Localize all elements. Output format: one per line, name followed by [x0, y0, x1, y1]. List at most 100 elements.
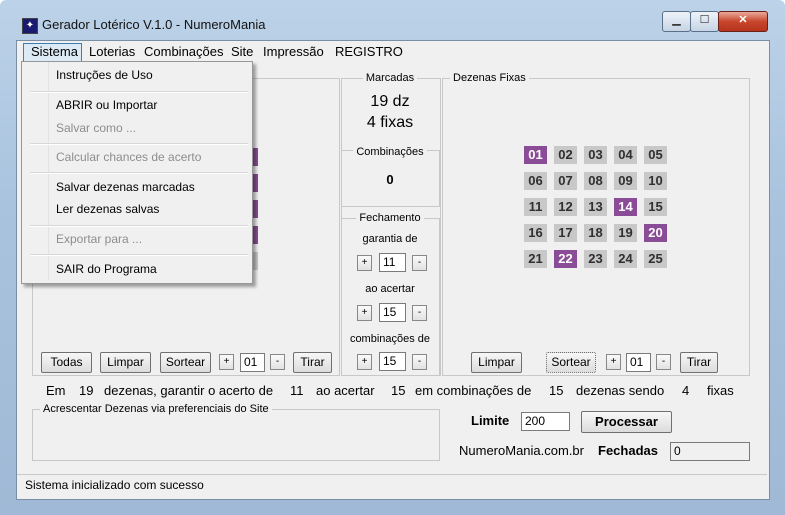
number-03[interactable]: 03: [584, 146, 607, 164]
number-11[interactable]: 11: [524, 198, 547, 216]
combinacoes-de-label: combinações de: [349, 333, 431, 345]
app-icon: ✦: [22, 18, 38, 34]
processar-button[interactable]: Processar: [581, 411, 672, 433]
acertar-increment[interactable]: +: [357, 305, 372, 321]
marcadas-fixas: 4 fixas: [366, 114, 414, 131]
menu-item-exportar[interactable]: Exportar para ...: [56, 232, 142, 246]
combinacoes-decrement[interactable]: -: [412, 354, 427, 370]
number-21[interactable]: 21: [524, 250, 547, 268]
menu-loterias[interactable]: Loterias: [89, 44, 135, 59]
fixas-increment-button[interactable]: +: [606, 354, 621, 370]
summary-dezenas-sendo: dezenas sendo: [576, 383, 665, 398]
summary-em-combinacoes: em combinações de: [415, 383, 532, 398]
number-24[interactable]: 24: [614, 250, 637, 268]
combinacoes-label: Combinações: [341, 146, 439, 158]
summary-fixas-count: 4: [682, 383, 690, 398]
number-17[interactable]: 17: [554, 224, 577, 242]
number-20[interactable]: 20: [644, 224, 667, 242]
menu-combinacoes[interactable]: Combinações: [144, 44, 224, 59]
menu-item-abrir[interactable]: ABRIR ou Importar: [56, 98, 157, 112]
summary-ao-acertar: ao acertar: [316, 383, 375, 398]
acertar-decrement[interactable]: -: [412, 305, 427, 321]
count-field[interactable]: 01: [240, 353, 265, 372]
number-07[interactable]: 07: [554, 172, 577, 190]
app-window: ✦ Gerador Lotérico V.1.0 - NumeroMania ▁…: [0, 0, 785, 515]
sortear-button[interactable]: Sortear: [160, 352, 211, 373]
menu-sistema[interactable]: Sistema: [31, 44, 78, 59]
fechadas-field: 0: [670, 442, 750, 461]
garantia-label: garantia de: [362, 233, 418, 245]
menu-separator: [30, 91, 248, 93]
summary-garantia: 11: [290, 383, 304, 398]
menu-item-calcular-chances[interactable]: Calcular chances de acerto: [56, 150, 201, 164]
menu-site[interactable]: Site: [231, 44, 253, 59]
number-06[interactable]: 06: [524, 172, 547, 190]
menu-item-instrucoes[interactable]: Instruções de Uso: [56, 68, 153, 82]
limite-label: Limite: [471, 413, 510, 428]
fechamento-label: Fechamento: [341, 212, 439, 224]
dezenas-fixas-label: Dezenas Fixas: [450, 72, 529, 84]
summary-dezenas-count: 19: [79, 383, 94, 398]
marcadas-label: Marcadas: [341, 72, 439, 84]
fixas-sortear-button[interactable]: Sortear: [546, 352, 596, 373]
number-23[interactable]: 23: [584, 250, 607, 268]
number-04[interactable]: 04: [614, 146, 637, 164]
number-18[interactable]: 18: [584, 224, 607, 242]
menu-separator: [30, 225, 248, 227]
fixas-limpar-button[interactable]: Limpar: [471, 352, 522, 373]
summary-em: Em: [46, 383, 66, 398]
summary-fixas: fixas: [707, 383, 734, 398]
summary-dezenas-text: dezenas, garantir o acerto de: [104, 383, 274, 398]
fixas-decrement-button[interactable]: -: [656, 354, 671, 370]
limite-field[interactable]: 200: [521, 412, 570, 431]
minimize-button[interactable]: ▁: [662, 11, 691, 32]
combinacoes-increment[interactable]: +: [357, 354, 372, 370]
close-button[interactable]: ✕: [718, 11, 768, 32]
menu-registro[interactable]: REGISTRO: [335, 44, 403, 59]
fechadas-label: Fechadas: [598, 443, 658, 458]
fixas-count-field[interactable]: 01: [626, 353, 651, 372]
number-05[interactable]: 05: [644, 146, 667, 164]
acertar-field[interactable]: 15: [379, 303, 406, 322]
menu-item-sair[interactable]: SAIR do Programa: [56, 262, 157, 276]
decrement-button[interactable]: -: [270, 354, 285, 370]
preferenciais-group: [32, 409, 440, 461]
site-link[interactable]: NumeroMania.com.br: [459, 443, 584, 458]
marcadas-dz: 19 dz: [370, 93, 410, 110]
garantia-decrement[interactable]: -: [412, 255, 427, 271]
limpar-button[interactable]: Limpar: [100, 352, 151, 373]
garantia-field[interactable]: 11: [379, 253, 406, 272]
menu-item-salvar-como[interactable]: Salvar como ...: [56, 121, 136, 135]
dropdown-gutter: [23, 62, 49, 280]
fixas-tirar-button[interactable]: Tirar: [680, 352, 718, 373]
number-25[interactable]: 25: [644, 250, 667, 268]
menu-impressao[interactable]: Impressão: [263, 44, 324, 59]
number-09[interactable]: 09: [614, 172, 637, 190]
number-15[interactable]: 15: [644, 198, 667, 216]
summary-acertar: 15: [391, 383, 406, 398]
number-10[interactable]: 10: [644, 172, 667, 190]
acertar-label: ao acertar: [365, 283, 415, 295]
number-02[interactable]: 02: [554, 146, 577, 164]
number-16[interactable]: 16: [524, 224, 547, 242]
combinacoes-value: 0: [386, 172, 394, 187]
combinacoes-field[interactable]: 15: [379, 352, 406, 371]
number-08[interactable]: 08: [584, 172, 607, 190]
number-13[interactable]: 13: [584, 198, 607, 216]
number-12[interactable]: 12: [554, 198, 577, 216]
increment-button[interactable]: +: [219, 354, 234, 370]
garantia-increment[interactable]: +: [357, 255, 372, 271]
preferenciais-label: Acrescentar Dezenas via preferenciais do…: [40, 403, 272, 415]
number-19[interactable]: 19: [614, 224, 637, 242]
todas-button[interactable]: Todas: [41, 352, 92, 373]
summary-combinacoes: 15: [549, 383, 564, 398]
menu-separator: [30, 254, 248, 256]
menu-item-ler-dezenas[interactable]: Ler dezenas salvas: [56, 202, 159, 216]
number-22[interactable]: 22: [554, 250, 577, 268]
number-14[interactable]: 14: [614, 198, 637, 216]
tirar-button[interactable]: Tirar: [293, 352, 332, 373]
maximize-button[interactable]: ☐: [690, 11, 719, 32]
menu-item-salvar-dezenas[interactable]: Salvar dezenas marcadas: [56, 180, 195, 194]
status-text: Sistema inicializado com sucesso: [25, 478, 204, 492]
number-01[interactable]: 01: [524, 146, 547, 164]
